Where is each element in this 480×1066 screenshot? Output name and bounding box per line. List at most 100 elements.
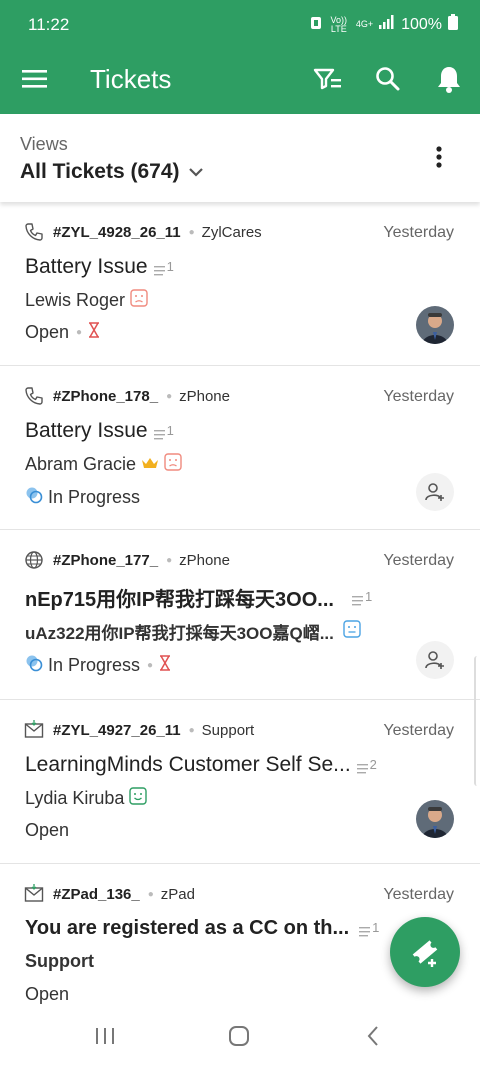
- ticket-status: Open: [25, 984, 69, 1005]
- phone-icon: [24, 386, 44, 406]
- ticket-subject: Battery Issue 1: [25, 419, 174, 443]
- status-label: Open: [25, 322, 70, 342]
- ticket-date: Yesterday: [383, 224, 454, 241]
- search-icon[interactable]: [375, 66, 401, 97]
- thread-count-value: 2: [369, 756, 377, 772]
- ticket-date: Yesterday: [383, 722, 454, 739]
- thread-lines-icon: [153, 429, 165, 439]
- ticket-subject-text: nEp715用你IP帮我打踩每天3OO...: [25, 589, 334, 611]
- assign-agent-button[interactable]: [416, 641, 454, 679]
- avatar[interactable]: [416, 800, 454, 838]
- status-label: Open: [25, 984, 70, 1004]
- ticket-subject-text: Battery Issue: [25, 255, 148, 278]
- status-label: Open: [25, 820, 70, 840]
- ticket-date: Yesterday: [383, 886, 454, 903]
- avatar[interactable]: [416, 306, 454, 344]
- view-selector[interactable]: All Tickets (674): [20, 160, 204, 184]
- vip-crown-icon: [141, 454, 159, 475]
- ticket-item[interactable]: #ZPhone_177_ ● zPhone Yesterday nEp715用你…: [0, 530, 480, 700]
- add-person-icon: [425, 483, 444, 501]
- phone-icon: [24, 222, 44, 242]
- more-options-icon[interactable]: [436, 146, 442, 173]
- thread-count: 2: [356, 756, 377, 774]
- ticket-subject: Battery Issue 1: [25, 255, 174, 279]
- ticket-id: #ZYL_4927_26_11: [53, 721, 181, 739]
- view-selected-label: All Tickets (674): [20, 160, 180, 183]
- ticket-date: Yesterday: [383, 552, 454, 569]
- ticket-id: #ZPhone_178_: [53, 387, 159, 405]
- status-bar: 11:22 Vo)) LTE 4G+ 100%: [0, 0, 480, 46]
- recent-apps-icon[interactable]: [94, 1026, 116, 1051]
- ticket-status: In Progress ●: [25, 654, 171, 677]
- notification-bell-icon[interactable]: [436, 65, 462, 98]
- page-title: Tickets: [90, 64, 172, 94]
- thread-count: 1: [351, 589, 373, 606]
- ticket-id: #ZYL_4928_26_11: [53, 223, 181, 241]
- add-ticket-button[interactable]: [390, 917, 460, 987]
- overdue-hourglass-icon: [88, 322, 100, 343]
- views-header: Views All Tickets (674): [0, 114, 480, 202]
- hamburger-menu-icon[interactable]: [22, 68, 48, 90]
- ticket-status: In Progress: [25, 486, 140, 509]
- separator-dot: ●: [188, 724, 195, 736]
- assign-agent-button[interactable]: [416, 473, 454, 511]
- thread-count-value: 1: [166, 422, 174, 438]
- thread-lines-icon: [356, 763, 368, 773]
- ticket-status: Open: [25, 820, 69, 841]
- contact-name: Lydia Kiruba: [25, 788, 125, 808]
- ticket-id: #ZPhone_177_: [53, 551, 159, 569]
- ticket-item[interactable]: #ZPhone_178_ ● zPhone Yesterday Battery …: [0, 366, 480, 530]
- ticket-department: zPhone: [179, 551, 230, 569]
- battery-icon: [448, 14, 458, 35]
- status-label: In Progress: [48, 487, 141, 507]
- ticket-subject: LearningMinds Customer Self Se... 2: [25, 753, 377, 777]
- ticket-meta: #ZPad_136_ ● zPad: [24, 884, 195, 904]
- ticket-meta: #ZYL_4927_26_11 ● Support: [24, 720, 254, 740]
- battery-percent: 100%: [401, 15, 442, 33]
- ticket-list: #ZYL_4928_26_11 ● ZylCares Yesterday Bat…: [0, 202, 480, 1028]
- ticket-status: Open ●: [25, 322, 100, 343]
- thread-lines-icon: [351, 596, 363, 606]
- separator-dot: ●: [166, 390, 173, 402]
- new-ticket-icon: [412, 940, 438, 967]
- network-label: 4G+: [355, 19, 374, 29]
- ticket-subject-text: LearningMinds Customer Self Se...: [25, 753, 351, 776]
- back-icon[interactable]: [366, 1025, 380, 1052]
- separator-dot: ●: [147, 660, 154, 671]
- vpn-icon: [310, 14, 322, 35]
- ticket-subject-text: You are registered as a CC on th...: [25, 917, 350, 939]
- mail-in-icon: [24, 884, 44, 904]
- ticket-item[interactable]: #ZYL_4927_26_11 ● Support Yesterday Lear…: [0, 700, 480, 864]
- contact-name: Abram Gracie: [25, 454, 137, 474]
- ticket-meta: #ZYL_4928_26_11 ● ZylCares: [24, 222, 262, 242]
- thread-count-value: 1: [372, 920, 380, 935]
- unhappy-sentiment-icon: [130, 289, 148, 312]
- overdue-hourglass-icon: [159, 655, 171, 676]
- thread-lines-icon: [153, 265, 165, 275]
- ticket-subject: nEp715用你IP帮我打踩每天3OO... 1: [25, 583, 372, 612]
- home-icon[interactable]: [228, 1025, 250, 1052]
- ticket-contact: Support: [25, 951, 94, 972]
- contact-name: Lewis Roger: [25, 290, 126, 310]
- globe-icon: [24, 550, 44, 570]
- scroll-indicator[interactable]: [474, 656, 480, 786]
- add-person-icon: [425, 651, 444, 669]
- ticket-item[interactable]: #ZYL_4928_26_11 ● ZylCares Yesterday Bat…: [0, 202, 480, 366]
- signal-icon: [379, 15, 395, 34]
- ticket-id: #ZPad_136_: [53, 885, 140, 903]
- unhappy-sentiment-icon: [164, 453, 182, 476]
- in-progress-icon: [25, 486, 43, 509]
- ticket-subject: You are registered as a CC on th... 1: [25, 917, 379, 940]
- ticket-department: zPhone: [179, 387, 230, 405]
- ticket-meta: #ZPhone_178_ ● zPhone: [24, 386, 230, 406]
- thread-count-value: 1: [364, 589, 373, 604]
- thread-count: 1: [153, 422, 174, 440]
- ticket-department: zPad: [160, 885, 195, 903]
- filter-icon[interactable]: [313, 66, 343, 97]
- ticket-contact: uAz322用你IP帮我打採每天3OO嘉Q嶍...: [25, 619, 361, 644]
- ticket-contact: Abram Gracie: [25, 453, 182, 476]
- separator-dot: ●: [166, 554, 173, 566]
- thread-count-value: 1: [166, 258, 174, 274]
- mail-icon: [24, 720, 44, 740]
- chevron-down-icon: [188, 160, 204, 184]
